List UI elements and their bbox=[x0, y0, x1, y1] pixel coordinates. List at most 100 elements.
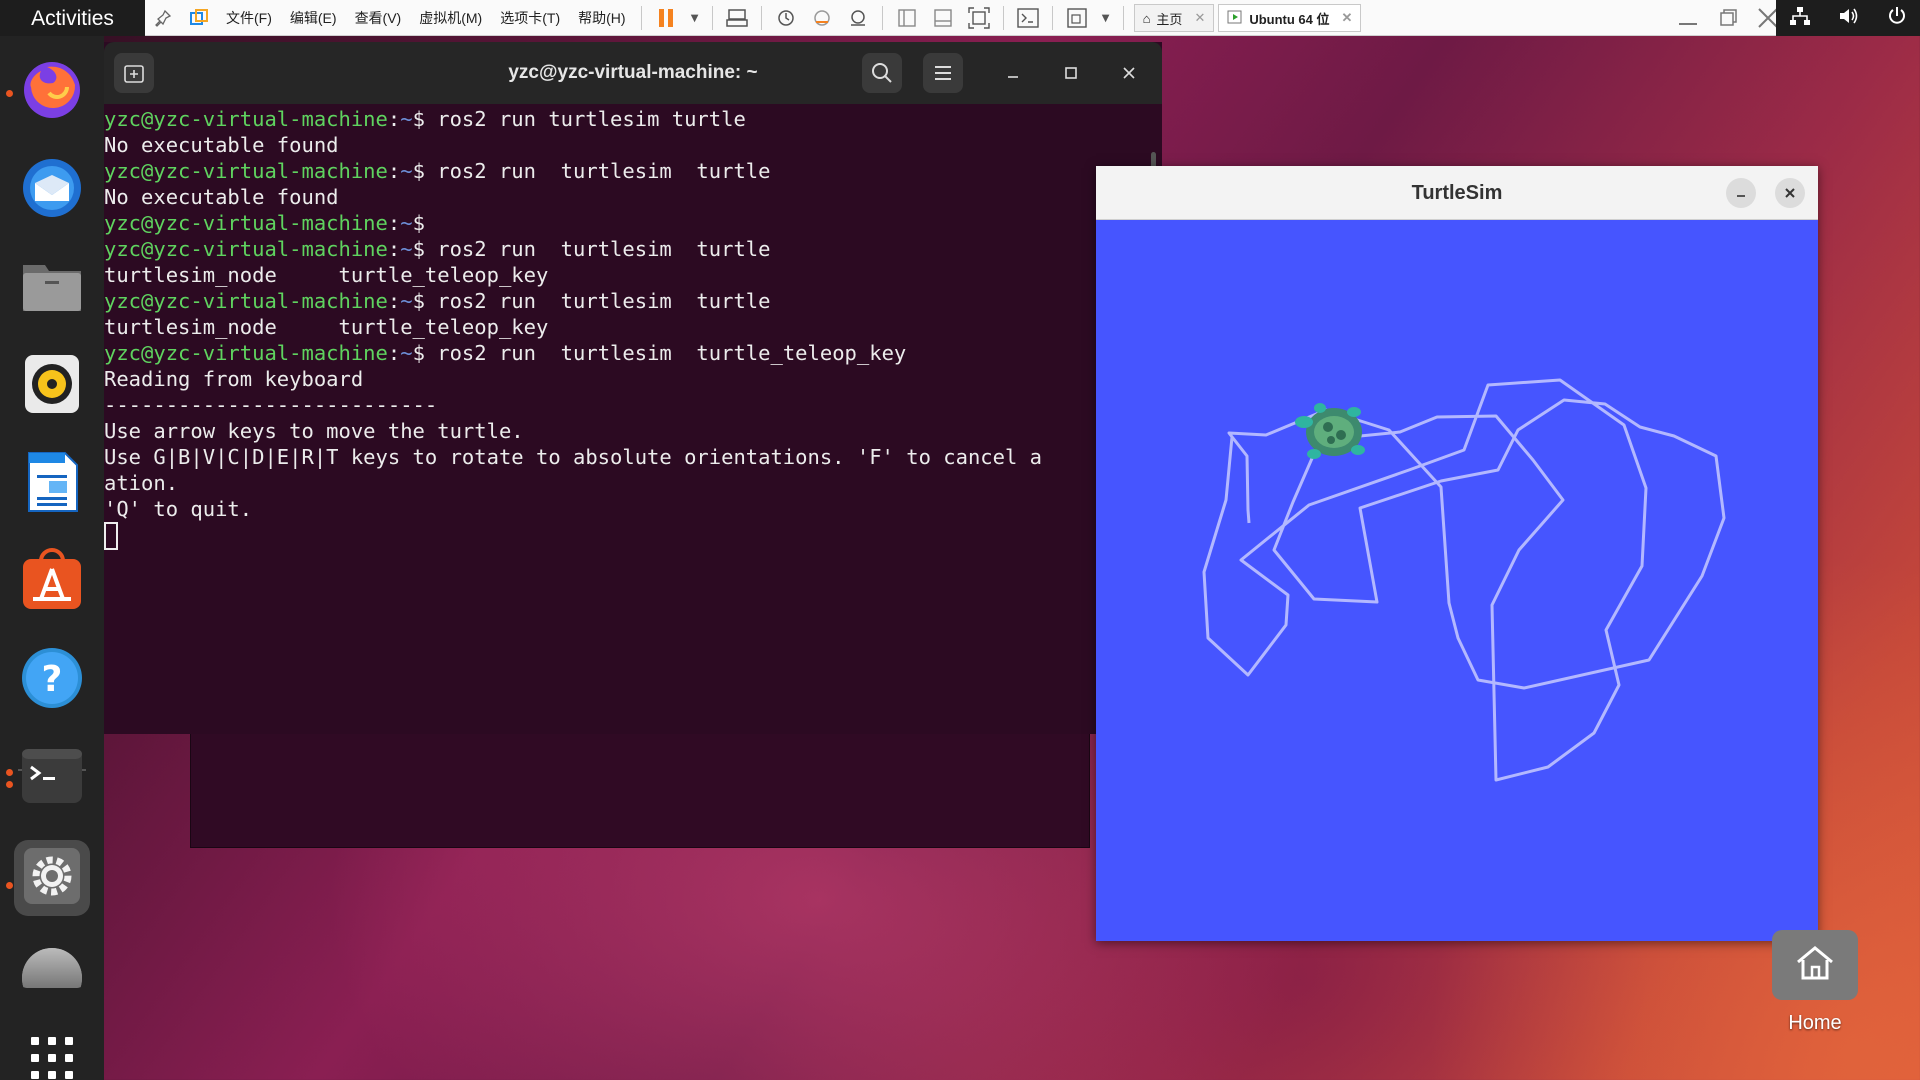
output-text: --------------------------- bbox=[104, 393, 438, 417]
volume-icon[interactable] bbox=[1838, 6, 1860, 31]
power-icon[interactable] bbox=[1887, 6, 1907, 31]
desktop-home-folder[interactable] bbox=[1772, 930, 1858, 1000]
search-button[interactable] bbox=[862, 53, 902, 93]
thunderbird-icon bbox=[19, 155, 85, 225]
menu-tabs[interactable]: 选项卡(T) bbox=[491, 0, 569, 36]
software-center-icon bbox=[19, 547, 85, 617]
output-text: No executable found bbox=[104, 133, 339, 157]
settings-icon bbox=[21, 845, 83, 911]
vm-top-bar: Activities 文件(F) 编辑(E) 查看(V) 虚拟机(M) 选项卡(… bbox=[0, 0, 1920, 36]
home-icon: ⌂ bbox=[1142, 10, 1151, 26]
minimize-button[interactable] bbox=[993, 53, 1033, 93]
running-indicator bbox=[6, 90, 13, 97]
close-icon[interactable]: ✕ bbox=[1194, 10, 1205, 26]
terminal-line: yzc@yzc-virtual-machine:~$ ros2 run turt… bbox=[104, 340, 1162, 366]
dock-thunderbird[interactable] bbox=[14, 152, 90, 228]
output-text: No executable found bbox=[104, 185, 339, 209]
prompt-path: ~ bbox=[400, 211, 413, 235]
prompt-user: yzc@yzc-virtual-machine bbox=[104, 341, 388, 365]
app-grid-icon bbox=[29, 1035, 75, 1080]
chevron-down-icon[interactable]: ▼ bbox=[689, 5, 701, 31]
send-keys-icon[interactable] bbox=[724, 5, 750, 31]
console-view-icon[interactable] bbox=[1015, 5, 1041, 31]
menu-view[interactable]: 查看(V) bbox=[346, 0, 411, 36]
vmware-toolbar: 文件(F) 编辑(E) 查看(V) 虚拟机(M) 选项卡(T) 帮助(H) ▼ bbox=[145, 0, 1362, 36]
terminal-line: No executable found bbox=[104, 184, 1162, 210]
prompt-path: ~ bbox=[400, 159, 413, 183]
tab-home[interactable]: ⌂ 主页 ✕ bbox=[1133, 4, 1215, 32]
close-icon bbox=[1785, 188, 1795, 198]
output-text: ation. bbox=[104, 471, 179, 495]
maximize-button[interactable] bbox=[1051, 53, 1091, 93]
terminal-window[interactable]: yzc@yzc-virtual-machine: ~ yzc@yzc-virtu… bbox=[104, 42, 1162, 734]
dock-firefox[interactable] bbox=[14, 54, 90, 130]
menu-button[interactable] bbox=[923, 53, 963, 93]
prompt-separator: : bbox=[387, 211, 401, 235]
close-icon[interactable]: ✕ bbox=[1342, 10, 1353, 26]
search-icon bbox=[872, 63, 892, 83]
dock-disc[interactable] bbox=[14, 938, 90, 988]
network-icon[interactable] bbox=[1789, 6, 1811, 31]
show-library-icon[interactable] bbox=[894, 5, 920, 31]
vm-running-icon bbox=[1227, 9, 1243, 28]
tab-ubuntu-vm[interactable]: Ubuntu 64 位 ✕ bbox=[1218, 4, 1362, 32]
terminal-output[interactable]: yzc@yzc-virtual-machine:~$ ros2 run turt… bbox=[104, 106, 1162, 734]
background-terminal-window[interactable] bbox=[190, 730, 1090, 848]
dock-terminal[interactable] bbox=[14, 740, 90, 816]
stretch-guest-icon[interactable] bbox=[1064, 5, 1090, 31]
prompt-separator: : bbox=[387, 341, 401, 365]
terminal-header-bar[interactable]: yzc@yzc-virtual-machine: ~ bbox=[104, 42, 1162, 104]
menu-help[interactable]: 帮助(H) bbox=[569, 0, 634, 36]
dock-software[interactable] bbox=[14, 544, 90, 620]
ubuntu-dock: ? bbox=[0, 36, 104, 1080]
dock-files[interactable] bbox=[14, 250, 90, 326]
dock-rhythmbox[interactable] bbox=[14, 348, 90, 424]
dock-show-apps[interactable] bbox=[14, 1022, 90, 1080]
dock-writer[interactable] bbox=[14, 446, 90, 522]
snapshot-icon[interactable] bbox=[773, 5, 799, 31]
writer-icon bbox=[19, 449, 85, 519]
revert-snapshot-icon[interactable] bbox=[809, 5, 835, 31]
snapshot-manager-icon[interactable] bbox=[845, 5, 871, 31]
terminal-line: No executable found bbox=[104, 132, 1162, 158]
terminal-line: ation. bbox=[104, 470, 1162, 496]
output-text: Use arrow keys to move the turtle. bbox=[104, 419, 524, 443]
menu-edit[interactable]: 编辑(E) bbox=[281, 0, 346, 36]
minimize-button[interactable] bbox=[1726, 178, 1756, 208]
thumbnail-bar-icon[interactable] bbox=[930, 5, 956, 31]
terminal-line bbox=[104, 522, 1162, 550]
terminal-line: Use arrow keys to move the turtle. bbox=[104, 418, 1162, 444]
hamburger-icon bbox=[935, 66, 951, 80]
dock-settings[interactable] bbox=[14, 840, 90, 916]
menu-vm[interactable]: 虚拟机(M) bbox=[410, 0, 491, 36]
close-button[interactable] bbox=[1109, 53, 1149, 93]
turtlesim-window[interactable]: TurtleSim bbox=[1096, 166, 1818, 941]
close-button[interactable] bbox=[1775, 178, 1805, 208]
pause-icon[interactable] bbox=[653, 5, 679, 31]
output-text: turtlesim_node turtle_teleop_key bbox=[104, 315, 549, 339]
activities-button[interactable]: Activities bbox=[0, 0, 145, 36]
prompt-path: ~ bbox=[400, 237, 413, 261]
output-text: Reading from keyboard bbox=[104, 367, 364, 391]
restore-icon[interactable] bbox=[1713, 5, 1743, 31]
dock-help[interactable]: ? bbox=[14, 642, 90, 718]
terminal-line: yzc@yzc-virtual-machine:~$ ros2 run turt… bbox=[104, 288, 1162, 314]
prompt-dollar: $ bbox=[412, 159, 438, 183]
prompt-dollar: $ bbox=[412, 211, 438, 235]
turtlesim-header-bar[interactable]: TurtleSim bbox=[1096, 166, 1818, 220]
system-tray[interactable] bbox=[1776, 0, 1920, 36]
home-folder-icon bbox=[1792, 940, 1838, 990]
turtle-icon bbox=[1295, 403, 1365, 459]
terminal-line: yzc@yzc-virtual-machine:~$ bbox=[104, 210, 1162, 236]
prompt-user: yzc@yzc-virtual-machine bbox=[104, 289, 388, 313]
running-indicator bbox=[6, 882, 13, 889]
vmware-window-controls bbox=[1668, 0, 1788, 36]
fullscreen-icon[interactable] bbox=[966, 5, 992, 31]
prompt-user: yzc@yzc-virtual-machine bbox=[104, 107, 388, 131]
chevron-down-icon[interactable]: ▼ bbox=[1100, 5, 1112, 31]
prompt-user: yzc@yzc-virtual-machine bbox=[104, 211, 388, 235]
svg-text:?: ? bbox=[42, 659, 63, 700]
pin-icon[interactable] bbox=[150, 5, 176, 31]
menu-file[interactable]: 文件(F) bbox=[217, 0, 281, 36]
minimize-icon[interactable] bbox=[1673, 5, 1703, 31]
